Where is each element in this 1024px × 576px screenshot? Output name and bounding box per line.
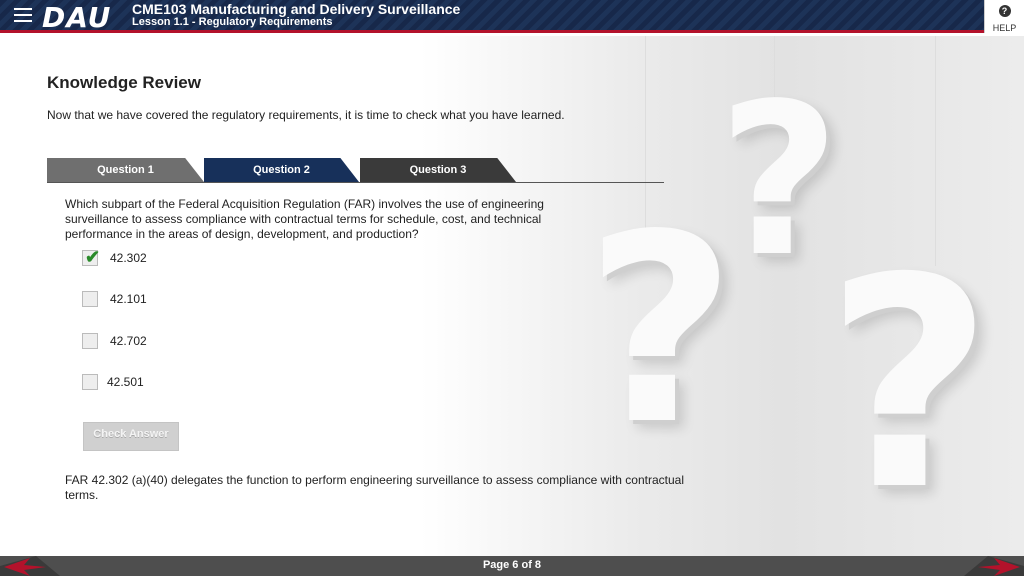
help-icon: ? [998, 5, 1011, 17]
checkbox[interactable] [82, 374, 98, 390]
page-title: Knowledge Review [47, 73, 201, 92]
arrow-right-icon[interactable] [964, 556, 1024, 576]
top-bar: DAU CME103 Manufacturing and Delivery Su… [0, 0, 1024, 34]
question-mark-graphic: ? [825, 217, 994, 554]
checkmark-icon: ✔ [85, 247, 101, 267]
checkbox[interactable] [82, 291, 98, 307]
tab-question-3[interactable]: Question 3 [360, 158, 516, 182]
help-label: HELP [992, 23, 1017, 33]
checkbox[interactable] [82, 333, 98, 349]
question-tabs: Question 1 Question 2 Question 3 [47, 158, 664, 183]
feedback-text: FAR 42.302 (a)(40) delegates the functio… [65, 473, 685, 502]
option-label: 42.501 [107, 375, 144, 389]
dau-logo: DAU [42, 1, 112, 34]
page-indicator: Page 6 of 8 [482, 559, 542, 571]
lesson-title: Lesson 1.1 - Regulatory Requirements [132, 16, 333, 28]
help-button[interactable]: ? HELP [984, 0, 1024, 33]
checkbox[interactable]: ✔ [82, 247, 101, 267]
option-label: 42.302 [110, 251, 147, 265]
tab-question-2[interactable]: Question 2 [204, 158, 359, 182]
course-title: CME103 Manufacturing and Delivery Survei… [132, 1, 461, 17]
check-answer-button[interactable]: Check Answer [83, 422, 179, 451]
question-mark-graphic: ? [718, 58, 840, 303]
option-label: 42.101 [110, 292, 147, 306]
tab-question-1[interactable]: Question 1 [47, 158, 204, 182]
intro-text: Now that we have covered the regulatory … [47, 108, 565, 122]
hamburger-menu-icon[interactable] [14, 8, 32, 24]
option-label: 42.702 [110, 334, 147, 348]
question-text: Which subpart of the Federal Acquisition… [65, 197, 544, 241]
footer-bar: Page 6 of 8 [0, 556, 1024, 576]
question-mark-graphic: ? [585, 180, 736, 482]
